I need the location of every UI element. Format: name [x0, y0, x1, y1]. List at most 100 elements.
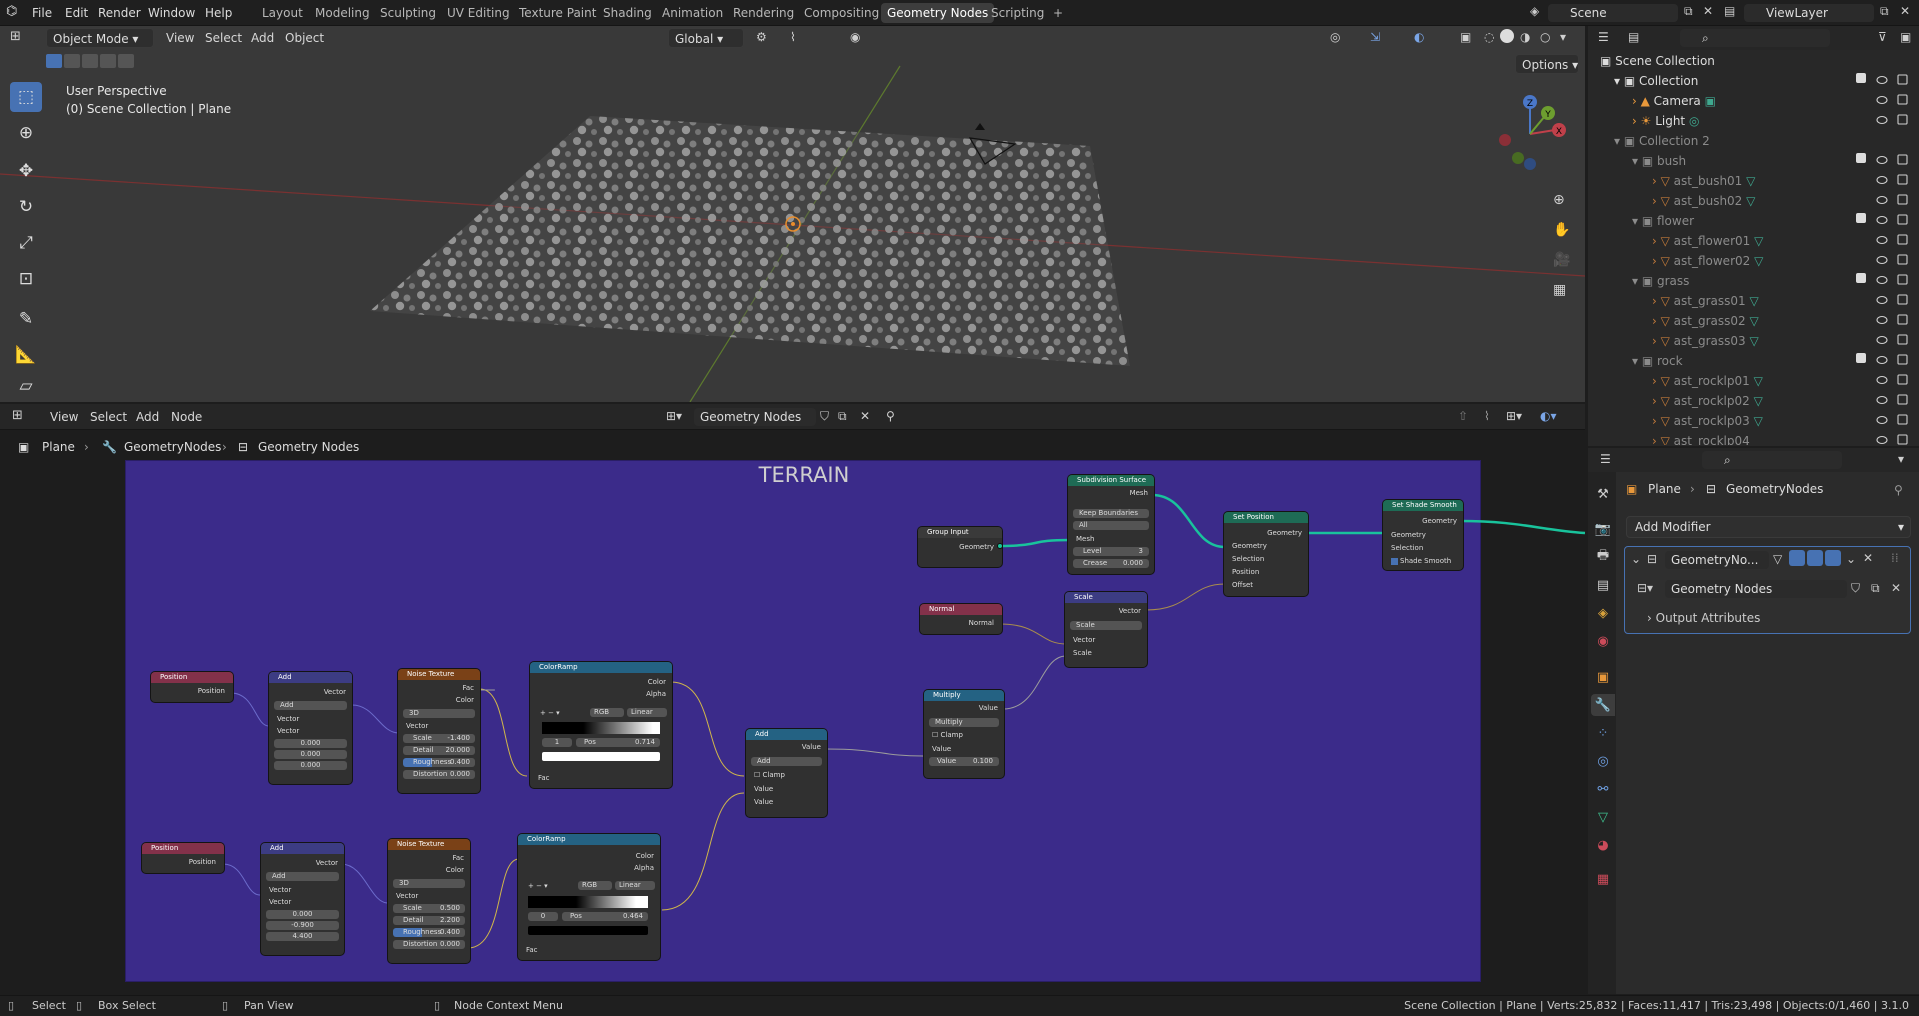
properties-editor-icon[interactable]: ☰: [1600, 452, 1611, 466]
close-icon[interactable]: ✕: [1863, 551, 1873, 565]
node-set-shade-smooth[interactable]: Set Shade Smooth Geometry Geometry Selec…: [1383, 500, 1463, 570]
color-ramp-gradient[interactable]: [542, 722, 660, 734]
node-noise-texture-2[interactable]: Noise Texture Fac Color 3D Vector Scale 0…: [388, 839, 470, 963]
node-position-1[interactable]: Position Position: [151, 672, 233, 702]
interpolation-dropdown[interactable]: Linear: [615, 881, 655, 890]
modifier-menu-icon[interactable]: ⌄: [1846, 552, 1856, 566]
node-scale[interactable]: Scale Vector Scale Vector Scale: [1065, 592, 1147, 667]
chevron-down-icon[interactable]: ⌄: [1631, 552, 1641, 566]
distortion-field[interactable]: Distortion 0.000: [393, 940, 465, 949]
socket-label: Offset: [1232, 581, 1254, 589]
viewport-toggle-icon[interactable]: [1807, 550, 1823, 566]
level-field[interactable]: Level 3: [1073, 547, 1149, 556]
properties-search-input[interactable]: ⌕: [1702, 451, 1842, 469]
vector-z-field[interactable]: 0.000: [274, 761, 347, 770]
on-cage-toggle-icon[interactable]: [1789, 550, 1805, 566]
drag-handle-icon[interactable]: ⁞⁞: [1891, 551, 1899, 565]
node-colorramp-1[interactable]: ColorRamp Color Alpha + − ▾ RGB Linear 1…: [530, 662, 672, 788]
vector-op-dropdown[interactable]: Add: [266, 872, 339, 881]
material-tab-icon[interactable]: ◕: [1591, 834, 1615, 856]
boundary-dropdown[interactable]: Keep Boundaries: [1073, 509, 1149, 518]
output-tab-icon[interactable]: 🖶: [1591, 546, 1615, 568]
duplicate-icon[interactable]: ⧉: [1871, 581, 1880, 596]
view-layer-tab-icon[interactable]: ▤: [1591, 574, 1615, 596]
vector-op-dropdown[interactable]: Add: [274, 701, 347, 710]
roughness-field[interactable]: Roughness 0.400: [393, 928, 465, 937]
roughness-field[interactable]: Roughness 0.400: [403, 758, 475, 767]
stop-color-swatch[interactable]: [542, 752, 660, 761]
node-noise-texture-1[interactable]: Noise Texture Fac Color 3D Vector Scale -…: [398, 669, 480, 793]
dropdown-value: All: [1079, 521, 1088, 529]
detail-field[interactable]: Detail 20.000: [403, 746, 475, 755]
node-add-math[interactable]: Add Value Add ☐ Clamp Value Value: [746, 729, 827, 817]
node-set-position[interactable]: Set Position Geometry Geometry Selection…: [1224, 512, 1308, 596]
breadcrumb-modifier: GeometryNodes: [1726, 482, 1824, 496]
constraints-tab-icon[interactable]: ⚯: [1591, 778, 1615, 800]
vector-z-field[interactable]: 4.400: [266, 932, 339, 941]
fake-user-icon[interactable]: ⛉: [1851, 581, 1860, 596]
node-vector-add-1[interactable]: Add Vector Add Vector Vector 0.000 0.000…: [269, 672, 352, 784]
modifier-name-field[interactable]: GeometryNo...: [1665, 551, 1769, 569]
node-subdivision-surface[interactable]: Subdivision Surface Mesh Keep Boundaries…: [1068, 475, 1154, 574]
texture-tab-icon[interactable]: ▦: [1591, 868, 1615, 890]
stop-color-swatch[interactable]: [528, 926, 648, 935]
properties-pin-icon[interactable]: ⚲: [1894, 483, 1903, 497]
math-op-dropdown[interactable]: Multiply: [929, 718, 999, 727]
scale-field[interactable]: Scale -1.400: [403, 734, 475, 743]
dimensions-dropdown[interactable]: 3D: [393, 879, 465, 888]
edit-mode-toggle-icon[interactable]: ▽: [1773, 552, 1782, 566]
color-mode-dropdown[interactable]: RGB: [590, 708, 624, 717]
value-field[interactable]: Value 0.100: [929, 757, 999, 766]
dimensions-dropdown[interactable]: 3D: [403, 709, 475, 718]
vector-y-field[interactable]: -0.900: [266, 921, 339, 930]
tool-tab-icon[interactable]: ⚒: [1591, 483, 1615, 505]
node-group-browse-icon[interactable]: ⊟▾: [1637, 581, 1653, 595]
vector-op-dropdown[interactable]: Scale: [1070, 621, 1142, 630]
node-group-selector[interactable]: Geometry Nodes: [1665, 580, 1847, 598]
socket-geometry[interactable]: [997, 543, 1003, 549]
object-tab-icon[interactable]: ▣: [1591, 666, 1615, 688]
node-colorramp-2[interactable]: ColorRamp Color Alpha + − ▾ RGB Linear 0…: [518, 834, 660, 960]
socket-label: Color: [455, 696, 474, 704]
stop-index-field[interactable]: 0: [528, 912, 558, 921]
color-ramp-gradient[interactable]: [528, 896, 648, 908]
distortion-field[interactable]: Distortion 0.000: [403, 770, 475, 779]
render-toggle-icon[interactable]: [1825, 550, 1841, 566]
vector-x-field[interactable]: 0.000: [274, 739, 347, 748]
stop-position-field[interactable]: Pos 0.714: [576, 738, 660, 747]
clamp-checkbox[interactable]: ☐ Clamp: [932, 731, 963, 739]
ramp-add-stop-icon[interactable]: + − ▾: [540, 709, 560, 717]
color-mode-dropdown[interactable]: RGB: [578, 881, 612, 890]
clamp-checkbox[interactable]: ☐ Clamp: [754, 771, 785, 779]
node-position-2[interactable]: Position Position: [142, 843, 224, 873]
math-op-dropdown[interactable]: Add: [751, 757, 822, 766]
vector-y-field[interactable]: 0.000: [274, 750, 347, 759]
unlink-icon[interactable]: ✕: [1891, 581, 1901, 595]
vector-x-field[interactable]: 0.000: [266, 910, 339, 919]
physics-tab-icon[interactable]: ◎: [1591, 750, 1615, 772]
modifier-tab-icon[interactable]: 🔧: [1591, 694, 1615, 716]
field-label: Pos: [570, 912, 582, 920]
scene-tab-icon[interactable]: ◈: [1591, 602, 1615, 624]
node-group-input[interactable]: Group Input Geometry: [918, 527, 1002, 567]
world-tab-icon[interactable]: ◉: [1591, 630, 1615, 652]
ramp-add-stop-icon[interactable]: + − ▾: [528, 882, 548, 890]
stop-index-field[interactable]: 1: [542, 738, 572, 747]
output-attributes-panel[interactable]: › Output Attributes: [1647, 611, 1760, 625]
data-tab-icon[interactable]: ▽: [1591, 806, 1615, 828]
node-vector-add-2[interactable]: Add Vector Add Vector Vector 0.000 -0.90…: [261, 843, 344, 955]
crease-field[interactable]: Crease 0.000: [1073, 559, 1149, 568]
render-tab-icon[interactable]: 📷: [1591, 518, 1615, 540]
uv-smooth-dropdown[interactable]: All: [1073, 521, 1149, 530]
detail-field[interactable]: Detail 2.200: [393, 916, 465, 925]
interpolation-dropdown[interactable]: Linear: [627, 708, 667, 717]
checkbox-label: Shade Smooth: [1400, 557, 1452, 565]
stop-position-field[interactable]: Pos 0.464: [562, 912, 648, 921]
node-normal[interactable]: Normal Normal: [920, 604, 1002, 634]
add-modifier-button[interactable]: Add Modifier ▾: [1626, 516, 1911, 538]
node-multiply[interactable]: Multiply Value Multiply ☐ Clamp Value Va…: [924, 690, 1004, 778]
particles-tab-icon[interactable]: ⁘: [1591, 722, 1615, 744]
scale-field[interactable]: Scale 0.500: [393, 904, 465, 913]
properties-options-icon[interactable]: ▾: [1898, 452, 1904, 466]
shade-smooth-checkbox[interactable]: Shade Smooth: [1391, 557, 1451, 565]
